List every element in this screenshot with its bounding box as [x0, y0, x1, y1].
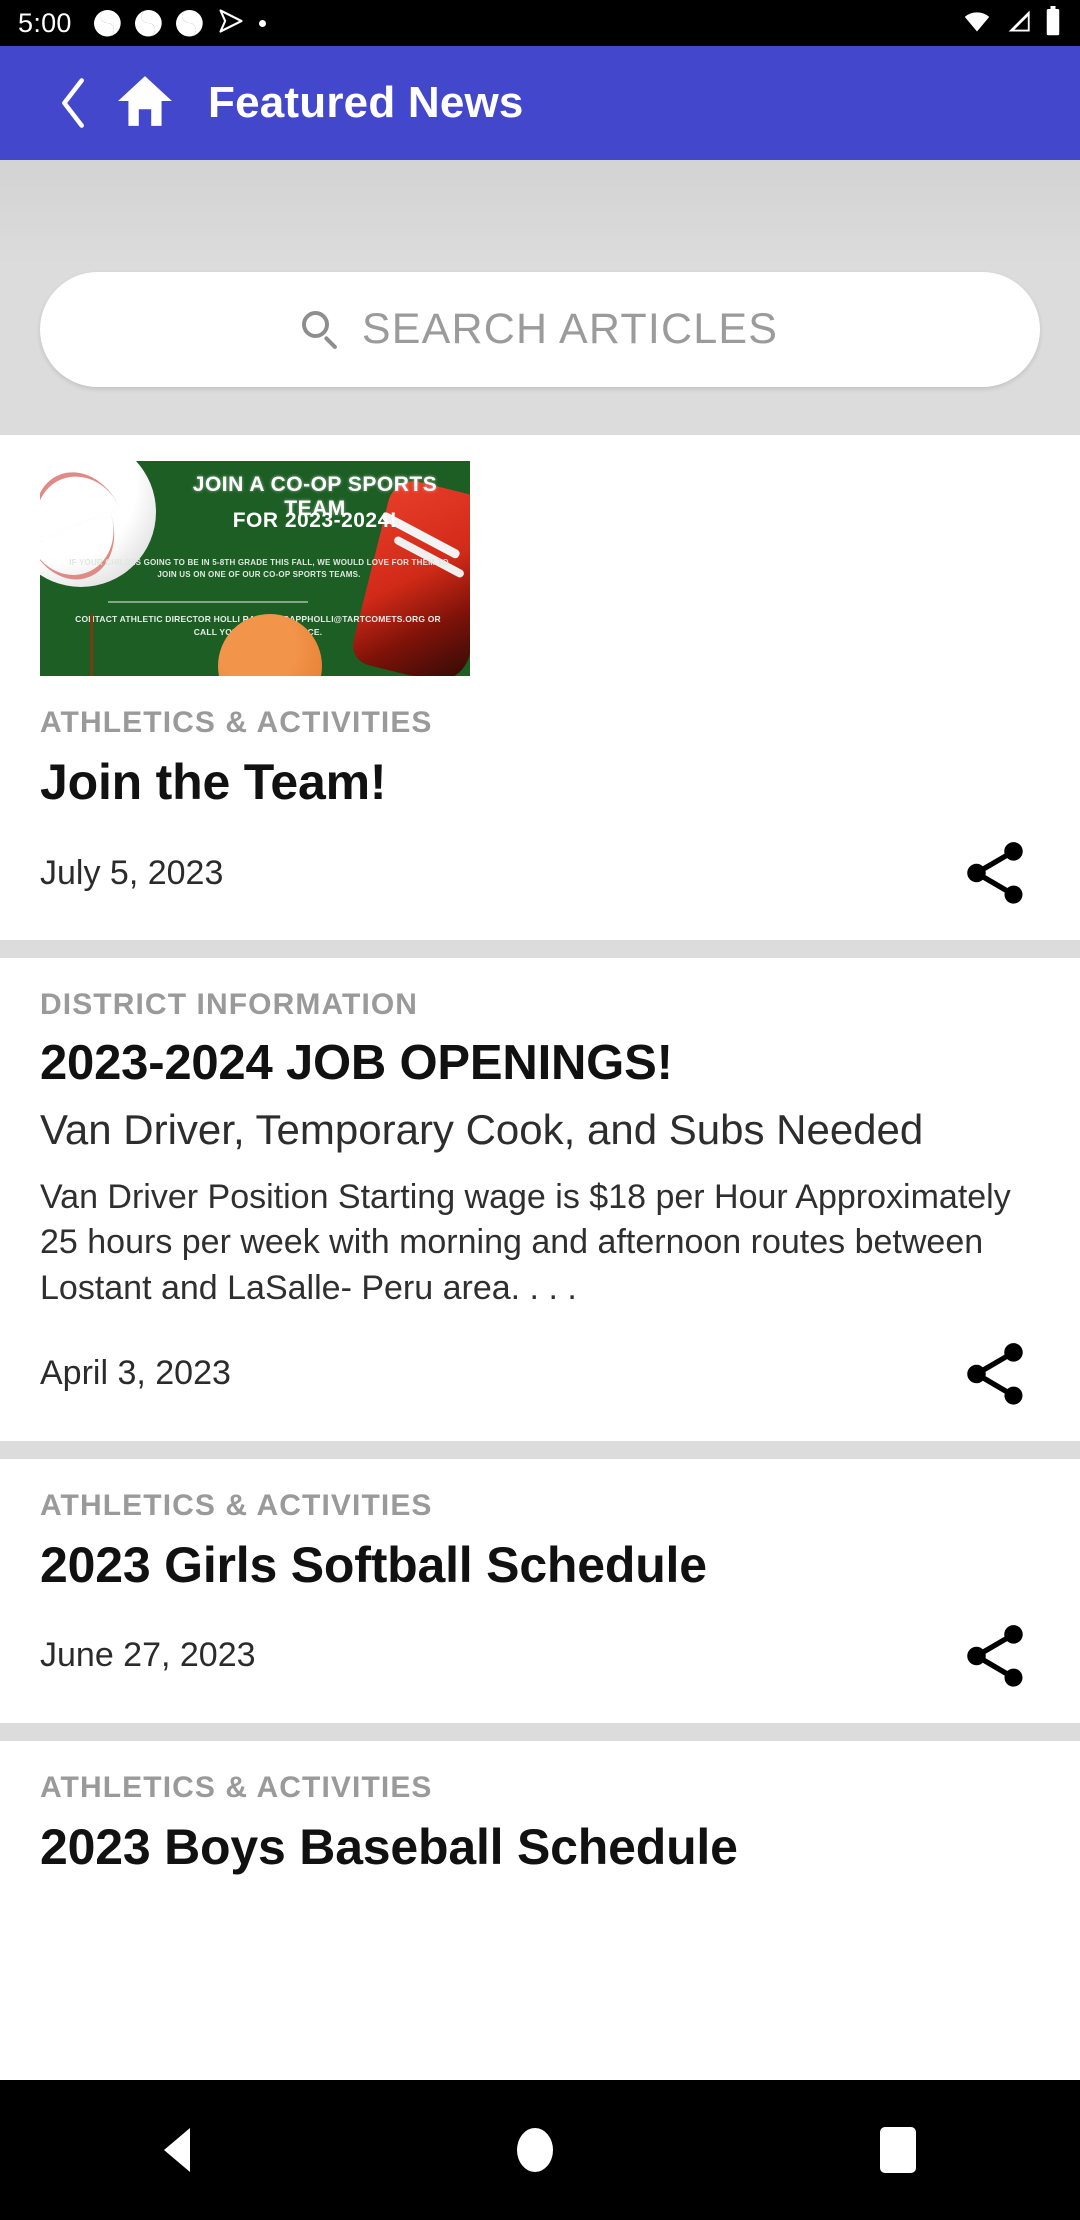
article-title[interactable]: 2023-2024 JOB OPENINGS!: [40, 1036, 1040, 1091]
home-icon[interactable]: [116, 74, 174, 133]
status-bar-clock: 5:00: [18, 7, 72, 38]
article-category: ATHLETICS & ACTIVITIES: [40, 1488, 433, 1522]
phone-screen: 5:00 Featured News SEARCH ARTICLES JOIN …: [0, 0, 1080, 2220]
wifi-icon: [962, 7, 992, 40]
article-title[interactable]: Join the Team!: [40, 754, 1040, 810]
swirl-notification-icon: [94, 10, 121, 37]
send-icon: [217, 7, 245, 40]
nav-back-icon[interactable]: [163, 2128, 190, 2172]
article-thumbnail[interactable]: JOIN A CO-OP SPORTS TEAM FOR 2023-2024! …: [40, 461, 470, 676]
thumbnail-headline-2: FOR 2023-2024!: [232, 509, 398, 532]
article-category: ATHLETICS & ACTIVITIES: [40, 1770, 433, 1804]
article-meta-row: July 5, 2023: [40, 836, 1040, 940]
article-title[interactable]: 2023 Boys Baseball Schedule: [40, 1819, 1040, 1875]
system-nav-bar: [0, 2080, 1080, 2220]
battery-icon: [1044, 5, 1062, 41]
article-subtitle: Van Driver, Temporary Cook, and Subs Nee…: [40, 1105, 924, 1153]
share-icon[interactable]: [958, 836, 1032, 910]
cellular-signal-icon: [1003, 7, 1033, 40]
share-icon[interactable]: [958, 1337, 1032, 1411]
article-date: June 27, 2023: [40, 1636, 256, 1675]
back-chevron-icon[interactable]: [56, 77, 90, 129]
search-placeholder: SEARCH ARTICLES: [361, 305, 779, 353]
status-bar-notifications: [94, 7, 266, 40]
thumbnail-divider: [108, 601, 308, 603]
swirl-notification-icon: [135, 10, 162, 37]
article-meta-row: June 27, 2023: [40, 1619, 1040, 1723]
article-category: ATHLETICS & ACTIVITIES: [40, 706, 433, 739]
nav-recents-icon[interactable]: [880, 2127, 917, 2173]
app-bar: Featured News: [0, 46, 1080, 160]
thumbnail-body-1: IF YOUR CHILD IS GOING TO BE IN 5-8TH GR…: [69, 558, 449, 579]
article-title[interactable]: 2023 Girls Softball Schedule: [40, 1537, 1040, 1593]
page-title: Featured News: [208, 78, 524, 127]
article-summary: Van Driver Position Starting wage is $18…: [40, 1178, 1011, 1307]
nav-home-icon[interactable]: [516, 2128, 553, 2172]
swirl-notification-icon: [176, 10, 203, 37]
status-bar: 5:00: [0, 0, 1080, 46]
basketball-seam: [90, 614, 93, 676]
article-date: April 3, 2023: [40, 1354, 231, 1393]
article-divider: [0, 1722, 1080, 1741]
article-category: DISTRICT INFORMATION: [40, 988, 419, 1021]
article-date: July 5, 2023: [40, 853, 224, 892]
share-icon[interactable]: [958, 1619, 1032, 1693]
article-card[interactable]: DISTRICT INFORMATION 2023-2024 JOB OPENI…: [0, 988, 1080, 1441]
search-icon: [301, 310, 340, 350]
status-bar-system-icons: [962, 5, 1062, 41]
search-input[interactable]: SEARCH ARTICLES: [40, 272, 1040, 387]
article-feed[interactable]: JOIN A CO-OP SPORTS TEAM FOR 2023-2024! …: [0, 435, 1080, 2080]
article-divider: [0, 1440, 1080, 1459]
dot-icon: [258, 19, 266, 27]
search-area: SEARCH ARTICLES: [0, 160, 1080, 435]
article-divider: [0, 940, 1080, 958]
article-meta-row: April 3, 2023: [40, 1337, 1040, 1441]
article-card[interactable]: JOIN A CO-OP SPORTS TEAM FOR 2023-2024! …: [0, 461, 1080, 940]
article-card[interactable]: ATHLETICS & ACTIVITIES 2023 Girls Softba…: [0, 1488, 1080, 1723]
article-card[interactable]: ATHLETICS & ACTIVITIES 2023 Boys Basebal…: [0, 1770, 1080, 1875]
